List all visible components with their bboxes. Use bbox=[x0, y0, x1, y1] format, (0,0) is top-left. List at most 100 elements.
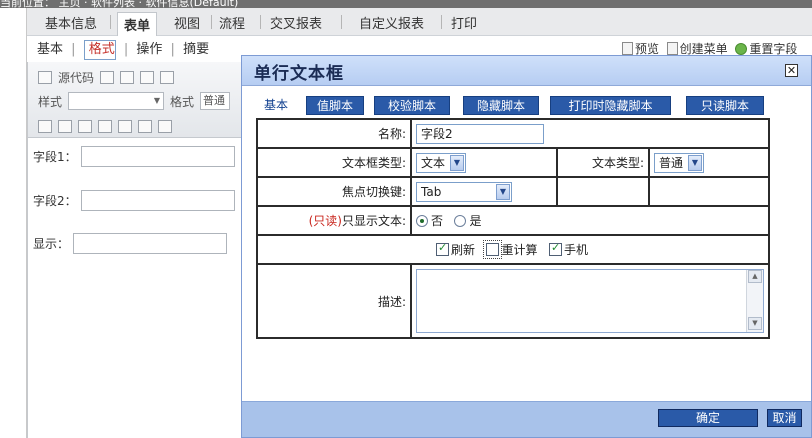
tab-print[interactable]: 打印 bbox=[451, 13, 477, 32]
tab-separator bbox=[211, 15, 212, 29]
display-input[interactable] bbox=[73, 233, 228, 254]
tab-basic-info[interactable]: 基本信息 bbox=[45, 13, 97, 32]
subtab-summary[interactable]: 摘要 bbox=[183, 42, 209, 57]
form-editor: 源代码 样式 ▼ 格式 普通 字段1： 字段2： 显示： bbox=[27, 62, 244, 438]
tab-separator bbox=[441, 15, 442, 29]
title-bar: 当前位置： 主页 · 软件列表 · 软件信息(Default) bbox=[0, 0, 812, 8]
main-tabs: 基本信息 表单 视图 流程 交叉报表 自定义报表 打印 bbox=[27, 8, 812, 36]
field-label: 显示： bbox=[33, 237, 70, 251]
scroll-up-icon[interactable]: ▲ bbox=[748, 270, 762, 283]
recalc-label: 重计算 bbox=[501, 243, 538, 257]
scroll-down-icon[interactable]: ▼ bbox=[748, 317, 762, 330]
editor-toolbar: 源代码 样式 ▼ 格式 普通 bbox=[28, 62, 244, 138]
tab-readonly-script[interactable]: 只读脚本 bbox=[686, 96, 764, 115]
radio-yes-label: 是 bbox=[469, 214, 482, 228]
focus-key-value: Tab bbox=[421, 184, 442, 199]
tab-basic[interactable]: 基本 bbox=[262, 96, 290, 115]
tab-hide-script[interactable]: 隐藏脚本 bbox=[463, 96, 539, 115]
copy-icon[interactable] bbox=[100, 70, 115, 84]
field1-input[interactable] bbox=[80, 146, 235, 167]
tab-form[interactable]: 表单 bbox=[117, 12, 158, 36]
mobile-checkbox[interactable] bbox=[548, 241, 562, 256]
tab-view[interactable]: 视图 bbox=[174, 13, 200, 32]
tab-cross-report[interactable]: 交叉报表 bbox=[270, 13, 322, 32]
radio-no-label: 否 bbox=[431, 214, 444, 228]
empty-cell bbox=[648, 176, 770, 207]
focus-key-select[interactable]: Tab ▼ bbox=[416, 181, 512, 202]
cut-icon[interactable] bbox=[160, 70, 175, 84]
tab-print-hide-script[interactable]: 打印时隐藏脚本 bbox=[550, 96, 671, 115]
calendar-tool-icon[interactable] bbox=[138, 119, 152, 133]
empty-cell bbox=[556, 176, 650, 207]
textbox-tool-icon[interactable] bbox=[78, 119, 92, 133]
textarea-scrollbar[interactable]: ▲ ▼ bbox=[746, 270, 763, 332]
focus-key-label: 焦点切换键: bbox=[256, 176, 412, 207]
preview-icon bbox=[622, 42, 633, 55]
format-label: 格式 bbox=[170, 94, 195, 109]
breadcrumb: 当前位置： 主页 · 软件列表 · 软件信息(Default) bbox=[0, 0, 239, 8]
radio-tool-icon[interactable] bbox=[58, 119, 72, 133]
style-label: 样式 bbox=[38, 94, 63, 109]
tab-flow[interactable]: 流程 bbox=[219, 13, 245, 32]
chevron-down-icon: ▼ bbox=[496, 183, 510, 200]
radio-no[interactable] bbox=[416, 215, 428, 227]
mobile-label: 手机 bbox=[563, 243, 588, 257]
find-icon[interactable] bbox=[120, 70, 135, 84]
image-tool-icon[interactable] bbox=[158, 119, 172, 133]
textbox-type-select[interactable]: 文本 ▼ bbox=[416, 152, 466, 173]
checkbox-tool-icon[interactable] bbox=[38, 119, 52, 133]
ok-button[interactable]: 确定 bbox=[658, 409, 758, 427]
textbox-type-label: 文本框类型: bbox=[256, 147, 412, 178]
dialog-footer: 确定 取消 bbox=[242, 401, 811, 437]
refresh-label: 刷新 bbox=[451, 243, 476, 257]
readonly-label: 只显示文本: bbox=[341, 214, 406, 228]
properties-form: 名称: 字段2 文本框类型: 文本 ▼ 文本类型: 普通 ▼ 焦点切换键: Ta… bbox=[256, 118, 770, 339]
text-type-label: 文本类型: bbox=[556, 147, 650, 178]
field-label: 字段2： bbox=[33, 194, 77, 208]
dialog-title-bar: 单行文本框 ✕ bbox=[242, 56, 811, 86]
style-select[interactable]: ▼ bbox=[68, 92, 165, 110]
table-tool-icon[interactable] bbox=[118, 119, 132, 133]
field2-input[interactable] bbox=[80, 190, 235, 211]
field-label: 字段1： bbox=[33, 150, 77, 164]
text-type-select[interactable]: 普通 ▼ bbox=[654, 152, 704, 173]
source-button[interactable]: 源代码 bbox=[58, 69, 94, 86]
create-menu-link[interactable]: 创建菜单 bbox=[680, 42, 728, 56]
subtab-basic[interactable]: 基本 bbox=[37, 42, 63, 57]
subtab-separator: | bbox=[71, 42, 76, 57]
format-select[interactable]: 普通 bbox=[200, 92, 231, 110]
recalc-checkbox[interactable] bbox=[483, 240, 503, 259]
preview-link[interactable]: 预览 bbox=[635, 42, 659, 56]
grid-tool-icon[interactable] bbox=[98, 119, 112, 133]
chevron-down-icon: ▼ bbox=[153, 96, 161, 105]
tab-separator bbox=[260, 15, 261, 29]
name-input[interactable]: 字段2 bbox=[416, 123, 544, 144]
sub-tabs: 基本 | 格式 | 操作 | 摘要 bbox=[37, 38, 209, 60]
create-menu-icon bbox=[666, 42, 678, 55]
subtab-separator: | bbox=[170, 42, 175, 57]
tab-separator bbox=[341, 15, 342, 29]
text-type-value: 普通 bbox=[659, 155, 684, 170]
tab-custom-report[interactable]: 自定义报表 bbox=[359, 13, 424, 32]
tab-value-script[interactable]: 值脚本 bbox=[306, 96, 364, 115]
cancel-button[interactable]: 取消 bbox=[767, 409, 802, 427]
close-icon[interactable]: ✕ bbox=[785, 64, 798, 77]
refresh-checkbox[interactable] bbox=[436, 241, 449, 256]
dialog-title: 单行文本框 bbox=[254, 64, 344, 84]
subtab-separator: | bbox=[123, 42, 129, 57]
reset-icon bbox=[735, 43, 748, 55]
radio-yes[interactable] bbox=[454, 215, 467, 227]
reset-fields-link[interactable]: 重置字段 bbox=[749, 42, 797, 56]
source-icon bbox=[38, 70, 52, 84]
single-line-textbox-dialog: 单行文本框 ✕ 基本 值脚本 校验脚本 隐藏脚本 打印时隐藏脚本 只读脚本 名称… bbox=[241, 55, 812, 438]
paste-icon[interactable] bbox=[140, 70, 155, 84]
description-textarea[interactable]: ▲ ▼ bbox=[416, 269, 764, 333]
subtab-action[interactable]: 操作 bbox=[136, 42, 162, 57]
tab-validate-script[interactable]: 校验脚本 bbox=[374, 96, 450, 115]
chevron-down-icon: ▼ bbox=[450, 154, 464, 171]
readonly-prefix: (只读) bbox=[308, 214, 342, 228]
subtab-format[interactable]: 格式 bbox=[83, 39, 116, 60]
description-label: 描述: bbox=[256, 263, 412, 339]
tab-separator bbox=[110, 15, 111, 29]
name-label: 名称: bbox=[256, 118, 412, 149]
